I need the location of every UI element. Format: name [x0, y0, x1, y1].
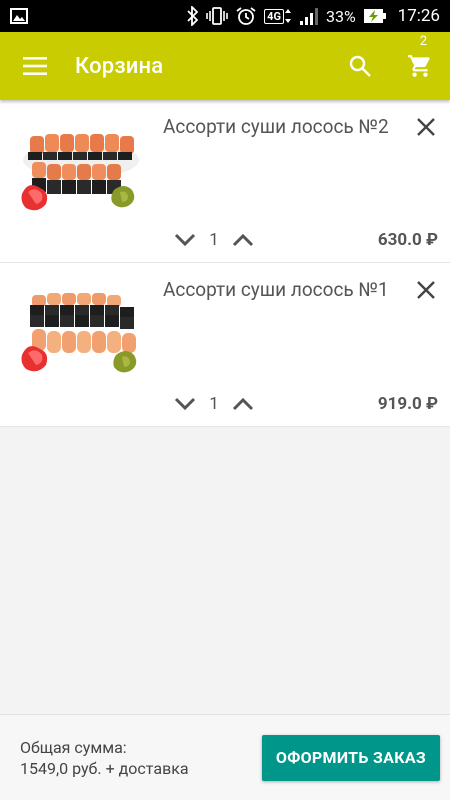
quantity-stepper: 1	[172, 228, 256, 252]
close-icon	[417, 281, 435, 299]
alarm-icon	[235, 6, 257, 26]
hamburger-menu-icon	[23, 57, 47, 75]
network-badge: 4G	[264, 8, 284, 24]
image-icon	[10, 8, 28, 24]
cart-list: Ассорти суши лосось №2 1 630.0 ₽ Ассорти…	[0, 100, 450, 427]
app-bar: Корзина 2	[0, 32, 450, 100]
quantity-value: 1	[209, 230, 219, 250]
product-image	[18, 122, 144, 226]
order-total: Общая сумма: 1549,0 руб. + доставка	[20, 737, 262, 779]
quantity-value: 1	[209, 394, 219, 414]
item-name: Ассорти суши лосось №2	[163, 115, 389, 138]
product-image	[18, 285, 144, 389]
chevron-down-icon	[174, 233, 196, 247]
increase-quantity-button[interactable]	[230, 392, 256, 416]
remove-item-button[interactable]	[414, 278, 438, 302]
total-value: 1549,0 руб. + доставка	[20, 758, 189, 778]
decrease-quantity-button[interactable]	[172, 228, 198, 252]
item-price: 630.0 ₽	[377, 230, 438, 250]
clock: 17:26	[397, 6, 440, 26]
quantity-stepper: 1	[172, 392, 256, 416]
signal-icon	[299, 7, 319, 25]
cart-count-badge: 2	[419, 34, 427, 49]
increase-quantity-button[interactable]	[230, 228, 256, 252]
cart-item[interactable]: Ассорти суши лосось №2 1 630.0 ₽	[0, 100, 450, 263]
checkout-bar: Общая сумма: 1549,0 руб. + доставка ОФОР…	[0, 714, 450, 800]
search-icon	[349, 55, 371, 77]
item-name: Ассорти суши лосось №1	[163, 278, 389, 301]
checkout-button[interactable]: ОФОРМИТЬ ЗАКАЗ	[262, 734, 440, 781]
chevron-up-icon	[232, 233, 254, 247]
item-price: 919.0 ₽	[377, 394, 438, 414]
bluetooth-icon	[187, 6, 199, 26]
network-type-icon: 4G	[264, 8, 292, 24]
chevron-down-icon	[174, 397, 196, 411]
page-title: Корзина	[75, 53, 164, 79]
status-bar: 4G 33% 17:26	[0, 0, 450, 32]
shopping-cart-icon	[408, 55, 430, 77]
remove-item-button[interactable]	[414, 115, 438, 139]
close-icon	[417, 118, 435, 136]
decrease-quantity-button[interactable]	[172, 392, 198, 416]
total-label: Общая сумма:	[20, 737, 127, 757]
chevron-up-icon	[232, 397, 254, 411]
vibrate-icon	[206, 6, 228, 26]
cart-button[interactable]: 2	[390, 32, 450, 100]
search-button[interactable]	[330, 32, 390, 100]
menu-button[interactable]	[0, 32, 70, 100]
battery-percentage: 33%	[325, 6, 356, 26]
battery-charging-icon	[363, 8, 387, 24]
cart-item[interactable]: Ассорти суши лосось №1 1 919.0 ₽	[0, 263, 450, 427]
